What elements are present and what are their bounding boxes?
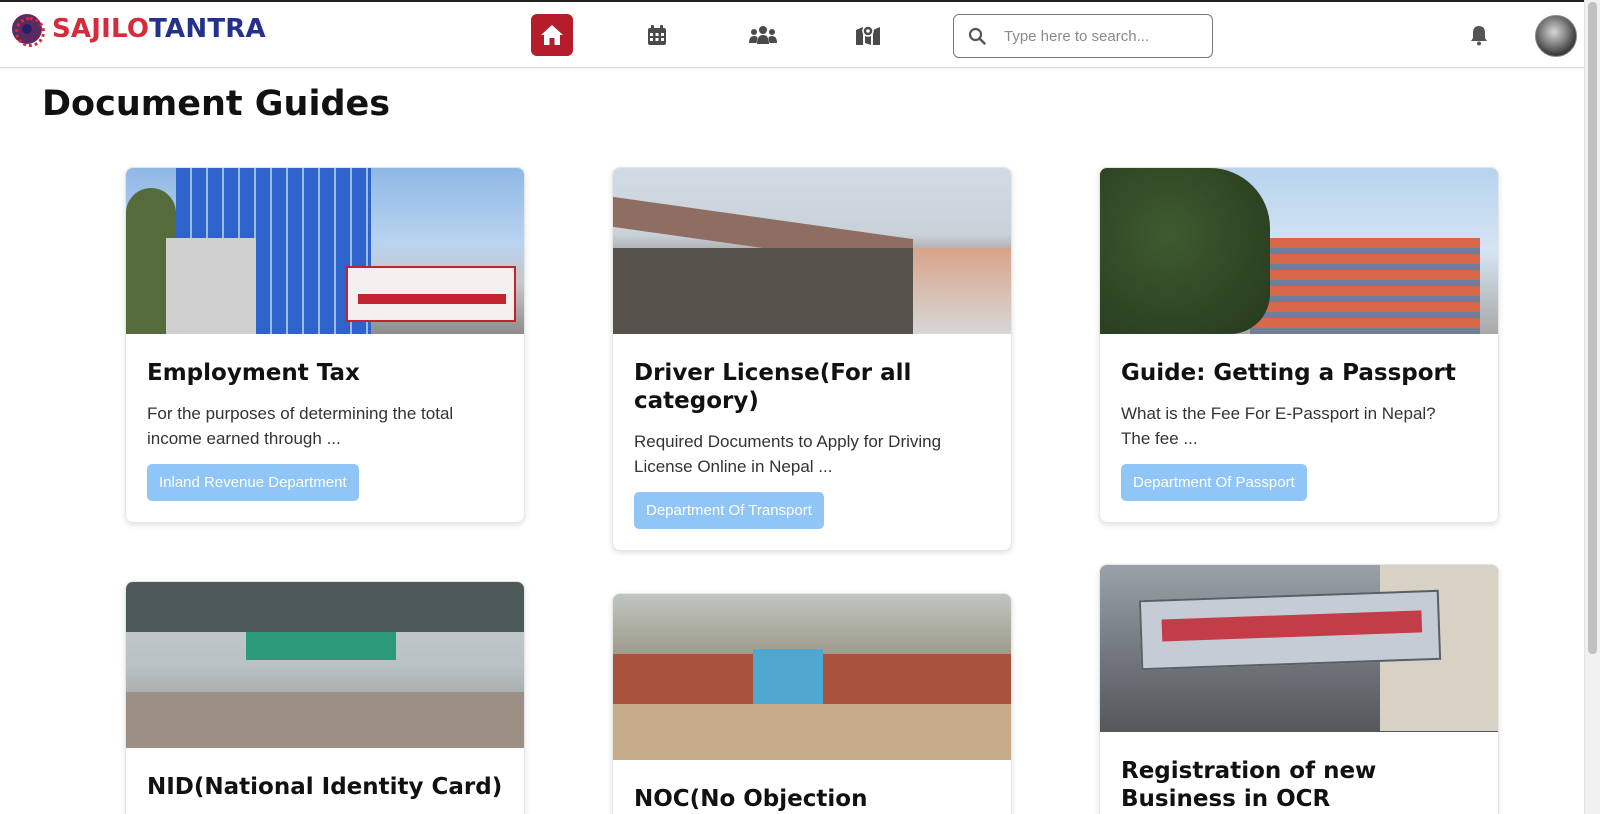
page-title: Document Guides (42, 84, 391, 124)
card-title: Registration of new Business in OCR (1121, 758, 1377, 812)
card-image (613, 594, 1011, 760)
search-icon (968, 27, 986, 45)
nav-calendar-button[interactable] (636, 14, 678, 56)
nav-community-button[interactable] (742, 14, 784, 56)
calendar-icon (648, 24, 666, 45)
search-input[interactable] (1004, 27, 1194, 45)
guide-card-employment-tax[interactable]: Employment Tax For the purposes of deter… (125, 167, 525, 523)
brand-logo[interactable]: SAJILOTANTRA (12, 14, 266, 47)
guide-card-business-registration[interactable]: Registration of new Business in OCR (1099, 564, 1499, 814)
brand-name-part1: SAJILO (52, 14, 150, 44)
notification-bell-icon[interactable] (1469, 24, 1489, 46)
card-title: NID(National Identity Card) (147, 774, 503, 800)
department-tag[interactable]: Department Of Transport (634, 492, 824, 529)
logo-emblem-icon (12, 14, 45, 47)
scrollbar-thumb[interactable] (1588, 2, 1597, 654)
card-image (126, 582, 524, 748)
card-title: Employment Tax (147, 360, 360, 386)
map-icon (856, 25, 880, 45)
brand-name-part2: TANTRA (149, 14, 266, 44)
home-icon (541, 25, 563, 45)
page-scrollbar[interactable] (1584, 0, 1600, 814)
card-title: NOC(No Objection Certificate) (634, 786, 868, 812)
card-title: Guide: Getting a Passport (1121, 360, 1456, 386)
department-tag[interactable]: Department Of Passport (1121, 464, 1307, 501)
guide-card-driver-license[interactable]: Driver License(For all category) Require… (612, 167, 1012, 551)
search-box[interactable] (953, 14, 1213, 58)
brand-name: SAJILOTANTRA (52, 14, 266, 44)
card-description: What is the Fee For E-Passport in Nepal?… (1121, 404, 1436, 448)
top-navbar: SAJILOTANTRA (0, 0, 1584, 68)
card-description: Required Documents to Apply for Driving … (634, 432, 942, 476)
nav-map-button[interactable] (847, 14, 889, 56)
guide-card-nid[interactable]: NID(National Identity Card) (125, 581, 525, 814)
card-description: For the purposes of determining the tota… (147, 404, 454, 448)
users-icon (749, 26, 777, 44)
user-avatar[interactable] (1535, 15, 1577, 57)
department-tag[interactable]: Inland Revenue Department (147, 464, 359, 501)
nav-home-button[interactable] (531, 14, 573, 56)
card-image (1100, 565, 1498, 732)
card-image (613, 168, 1011, 334)
card-image (1100, 168, 1498, 334)
guide-card-noc[interactable]: NOC(No Objection Certificate) (612, 593, 1012, 814)
guide-card-passport[interactable]: Guide: Getting a Passport What is the Fe… (1099, 167, 1499, 523)
card-title: Driver License(For all category) (634, 360, 912, 414)
card-image (126, 168, 524, 334)
